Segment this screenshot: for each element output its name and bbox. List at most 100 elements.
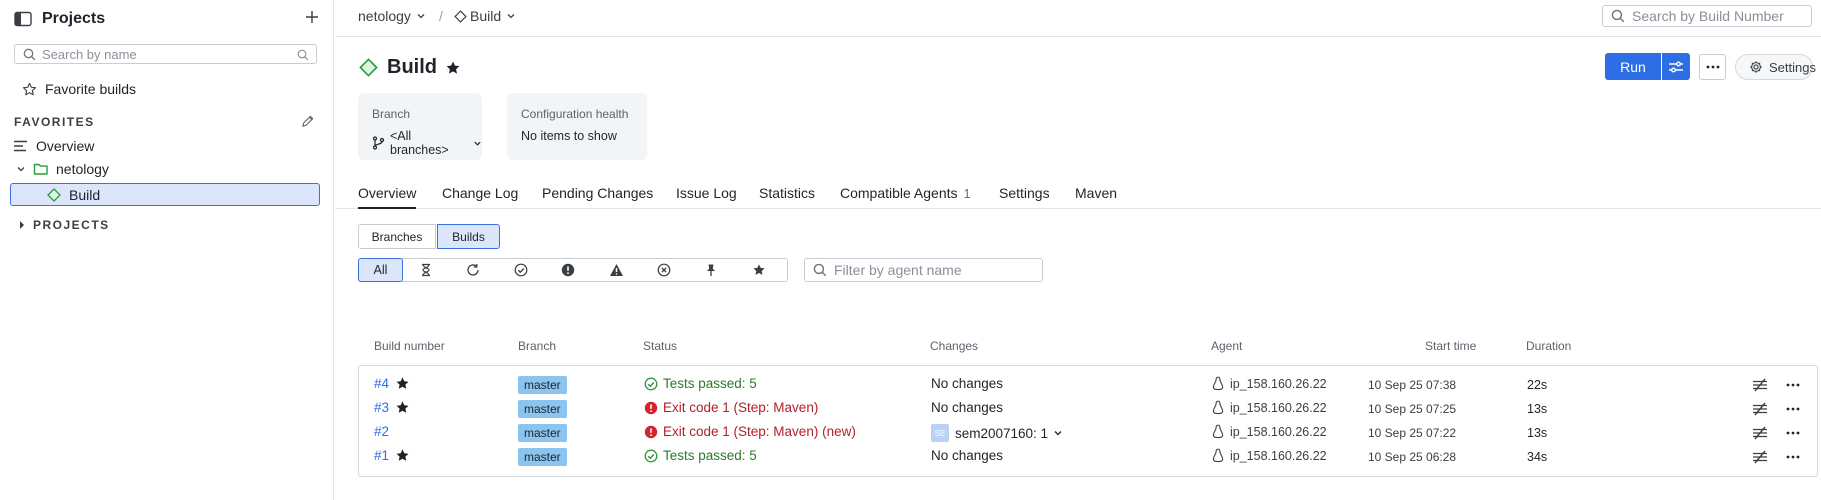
build-number-search-input[interactable]: Search by Build Number [1602, 5, 1812, 27]
tab-pending-changes[interactable]: Pending Changes [542, 185, 653, 209]
sidebar-search-placeholder: Search by name [42, 46, 137, 62]
row-more-icon[interactable] [1786, 407, 1800, 411]
build-number-link[interactable]: #1 [374, 448, 389, 463]
sidebar-search-input[interactable]: Search by name [14, 44, 317, 64]
run-options-button[interactable] [1662, 53, 1690, 80]
sidebar-item-netology[interactable]: netology [15, 161, 109, 177]
filter-all-button[interactable]: All [358, 258, 403, 282]
status-text[interactable]: Tests passed: 5 [663, 448, 757, 463]
branch-tag[interactable]: master [518, 424, 567, 442]
agent-name[interactable]: ip_158.160.26.22 [1230, 449, 1327, 463]
build-config-icon [359, 58, 378, 77]
branch-tag[interactable]: master [518, 376, 567, 394]
artifacts-icon[interactable] [1752, 450, 1768, 464]
table-row[interactable]: #3 master Exit code 1 (Step: Maven) No c… [359, 397, 1817, 421]
run-button[interactable]: Run [1605, 53, 1661, 80]
build-number-link[interactable]: #4 [374, 376, 389, 391]
linux-agent-icon [1212, 448, 1224, 463]
start-time: 10 Sep 25 07:38 [1368, 378, 1457, 392]
star-icon[interactable] [395, 376, 410, 391]
sidebar-toggle-icon[interactable] [14, 11, 32, 27]
build-config-icon [47, 187, 61, 202]
more-actions-button[interactable] [1699, 54, 1726, 80]
build-number-link[interactable]: #2 [374, 424, 389, 439]
configuration-health-card: Configuration health No items to show [507, 93, 647, 160]
artifacts-icon[interactable] [1752, 378, 1768, 392]
settings-label: Settings [1769, 59, 1816, 75]
linux-agent-icon [1212, 400, 1224, 415]
branches-view-toggle[interactable]: Branches [358, 224, 436, 249]
agent-name[interactable]: ip_158.160.26.22 [1230, 377, 1327, 391]
star-icon[interactable] [752, 263, 766, 277]
tab-settings[interactable]: Settings [999, 185, 1050, 209]
tab-bar: Overview Change Log Pending Changes Issu… [335, 182, 1821, 209]
breadcrumb-build[interactable]: Build [454, 8, 516, 24]
branch-selector[interactable]: <All branches> [372, 129, 482, 157]
chevron-down-icon [1053, 428, 1063, 438]
agent-filter-input[interactable]: Filter by agent name [804, 258, 1043, 282]
table-row[interactable]: #4 master Tests passed: 5 No changes ip_… [359, 373, 1817, 397]
artifacts-icon[interactable] [1752, 402, 1768, 416]
sidebar-item-build[interactable]: Build [10, 183, 320, 206]
tab-issue-log[interactable]: Issue Log [676, 185, 737, 209]
branch-tag[interactable]: master [518, 400, 567, 418]
chevron-down-icon[interactable] [15, 163, 27, 175]
table-row[interactable]: #1 master Tests passed: 5 No changes ip_… [359, 445, 1817, 469]
chevron-down-icon [506, 11, 516, 21]
changes-text: No changes [931, 448, 1004, 463]
gear-icon [1749, 60, 1763, 74]
configuration-health-value: No items to show [521, 129, 617, 143]
projects-section-toggle[interactable]: PROJECTS [18, 218, 110, 232]
status-text[interactable]: Exit code 1 (Step: Maven) (new) [663, 424, 856, 439]
warning-icon[interactable] [609, 263, 624, 277]
branch-tag[interactable]: master [518, 448, 567, 466]
changes-link[interactable]: SE sem2007160: 1 [931, 424, 1063, 442]
agent-name[interactable]: ip_158.160.26.22 [1230, 401, 1327, 415]
error-icon[interactable] [561, 263, 575, 277]
tab-compatible-agents[interactable]: Compatible Agents 1 [840, 185, 971, 209]
row-more-icon[interactable] [1786, 383, 1800, 387]
tab-overview[interactable]: Overview [358, 185, 417, 209]
running-icon[interactable] [466, 263, 480, 277]
column-header-duration: Duration [1526, 339, 1572, 353]
star-icon[interactable] [445, 60, 461, 76]
artifacts-icon[interactable] [1752, 426, 1768, 440]
sidebar-item-overview[interactable]: Overview [13, 138, 94, 154]
tab-count-badge: 1 [963, 186, 971, 201]
pin-icon[interactable] [704, 263, 718, 277]
build-number-link[interactable]: #3 [374, 400, 389, 415]
configuration-health-label: Configuration health [521, 107, 629, 121]
top-bar: netology / Build Search by Build Number [335, 0, 1821, 37]
linux-agent-icon [1212, 424, 1224, 439]
hourglass-icon[interactable] [419, 263, 433, 277]
duration: 34s [1527, 450, 1548, 464]
agent-name[interactable]: ip_158.160.26.22 [1230, 425, 1327, 439]
search-query-icon [297, 49, 309, 61]
error-icon [644, 425, 658, 439]
sidebar-item-label: Overview [36, 138, 95, 154]
success-icon[interactable] [514, 263, 528, 277]
star-icon[interactable] [395, 400, 410, 415]
status-text[interactable]: Exit code 1 (Step: Maven) [663, 400, 818, 415]
search-icon [23, 48, 36, 61]
favorite-builds-link[interactable]: Favorite builds [14, 81, 136, 97]
add-project-icon[interactable] [304, 9, 320, 25]
search-icon [813, 263, 827, 277]
breadcrumb-label: Build [470, 8, 502, 24]
pencil-icon[interactable] [300, 114, 315, 129]
tab-maven[interactable]: Maven [1075, 185, 1117, 209]
table-row[interactable]: #2 master Exit code 1 (Step: Maven) (new… [359, 421, 1817, 445]
tab-statistics[interactable]: Statistics [759, 185, 815, 209]
failed-icon[interactable] [657, 263, 671, 277]
status-text[interactable]: Tests passed: 5 [663, 376, 757, 391]
row-more-icon[interactable] [1786, 431, 1800, 435]
tab-change-log[interactable]: Change Log [442, 185, 518, 209]
success-icon [644, 377, 658, 391]
builds-view-toggle[interactable]: Builds [437, 224, 500, 249]
row-more-icon[interactable] [1786, 455, 1800, 459]
settings-button[interactable]: Settings [1735, 54, 1816, 80]
star-icon[interactable] [395, 448, 410, 463]
breadcrumb-netology[interactable]: netology [358, 8, 426, 24]
list-icon [13, 139, 28, 153]
sliders-icon [1668, 60, 1684, 74]
